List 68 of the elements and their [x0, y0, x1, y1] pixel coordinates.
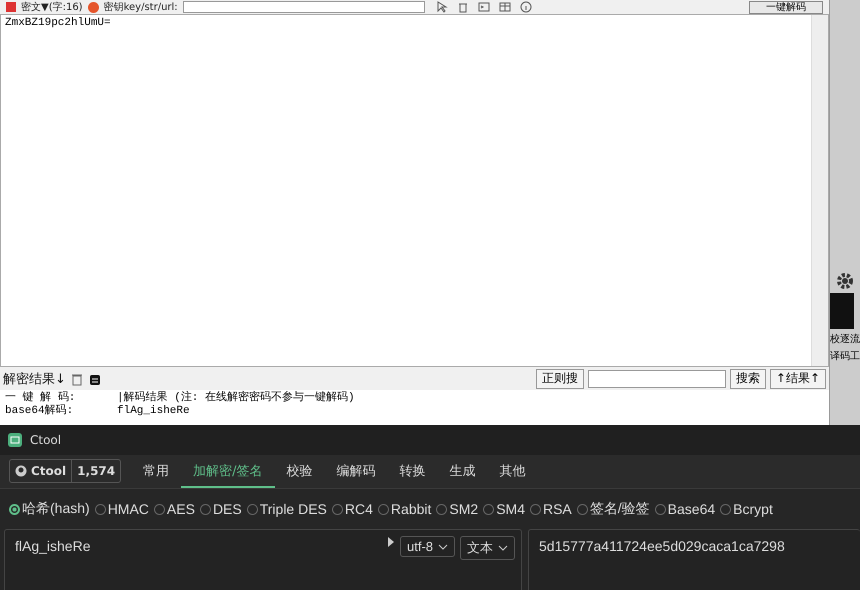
- window-title: Ctool: [30, 433, 62, 447]
- side-text: 校逐流: [830, 332, 860, 346]
- side-text: 译码工: [830, 350, 860, 363]
- radio-label[interactable]: SM4: [496, 501, 525, 517]
- gear-icon[interactable]: [836, 272, 854, 290]
- radio-button[interactable]: [154, 504, 165, 514]
- radio-label[interactable]: DES: [212, 501, 242, 517]
- radio-button[interactable]: [436, 504, 448, 514]
- radio-label[interactable]: Triple DES: [260, 501, 327, 517]
- radio-label[interactable]: Rabbit: [390, 501, 432, 517]
- trash-icon[interactable]: [70, 372, 84, 386]
- tab[interactable]: 常用: [131, 455, 182, 488]
- search-button[interactable]: 搜索: [730, 368, 766, 388]
- result-label: 一 键 解 码:: [5, 392, 76, 404]
- radio-button[interactable]: [200, 504, 211, 514]
- radio-label[interactable]: SM2: [449, 501, 478, 517]
- tab[interactable]: 转换: [388, 455, 438, 488]
- play-icon[interactable]: [386, 536, 395, 548]
- key-label: 密钥key/str/url:: [104, 0, 178, 14]
- radio-button[interactable]: [94, 504, 106, 514]
- radio-label[interactable]: AES: [166, 501, 195, 517]
- decode-button[interactable]: 一键解码: [749, 0, 823, 14]
- radio-button[interactable]: [530, 504, 541, 514]
- radio-label[interactable]: Base64: [668, 501, 716, 517]
- cursor-icon[interactable]: [436, 1, 448, 13]
- ciphertext-label[interactable]: 密文▼(字:16): [21, 0, 83, 14]
- encoding-select[interactable]: utf-8: [400, 536, 455, 557]
- result-value: flAg_isheRe: [117, 405, 190, 418]
- terminal-icon[interactable]: [478, 1, 490, 13]
- format-select[interactable]: 文本: [460, 536, 515, 560]
- input-panel[interactable]: flAg_isheRe utf-8 文本: [4, 529, 522, 590]
- result-value: |解码结果 (注: 在线解密密码不参与一键解码): [117, 392, 355, 405]
- app-icon: [8, 433, 22, 447]
- key-field[interactable]: [182, 1, 425, 13]
- radio-label[interactable]: 哈希(hash): [22, 500, 90, 518]
- image-placeholder: [830, 293, 854, 329]
- scrollbar[interactable]: [811, 15, 828, 366]
- radio-label[interactable]: RC4: [344, 501, 373, 517]
- tab[interactable]: 其他: [488, 455, 538, 488]
- chevron-icon: [498, 545, 508, 551]
- radio-button[interactable]: [720, 504, 732, 514]
- chevron-icon: [438, 544, 448, 550]
- radio-label[interactable]: Bcrypt: [733, 501, 773, 517]
- tab[interactable]: 生成: [438, 455, 488, 488]
- output-text: 5d15777a411724ee5d029caca1ca7298: [539, 538, 785, 554]
- radio-button[interactable]: [483, 504, 494, 514]
- tab[interactable]: 编解码: [324, 455, 388, 488]
- result-label: base64解码:: [5, 405, 74, 418]
- radio-button[interactable]: [654, 504, 666, 514]
- star-count: 1,574: [76, 464, 116, 478]
- radio-button[interactable]: [246, 504, 258, 514]
- tab[interactable]: 校验: [274, 455, 325, 488]
- input-text: flAg_isheRe: [15, 538, 90, 554]
- github-label: Ctool: [31, 464, 66, 478]
- radio-label[interactable]: 签名/验签: [590, 500, 650, 518]
- grid-icon[interactable]: [498, 1, 511, 13]
- regex-search-button[interactable]: 正则搜: [536, 368, 584, 388]
- radio-button[interactable]: [9, 504, 20, 514]
- github-badge[interactable]: Ctool 1,574: [9, 459, 122, 483]
- radio-label[interactable]: HMAC: [108, 501, 149, 517]
- info-icon[interactable]: [520, 1, 532, 13]
- radio-label[interactable]: RSA: [542, 501, 572, 517]
- result-title: 解密结果↓: [3, 370, 66, 388]
- radio-button[interactable]: [576, 504, 588, 514]
- search-field[interactable]: [588, 370, 726, 388]
- radio-button[interactable]: [332, 504, 343, 514]
- radio-button[interactable]: [378, 504, 389, 514]
- result-up-button[interactable]: ↑结果↑: [770, 368, 826, 388]
